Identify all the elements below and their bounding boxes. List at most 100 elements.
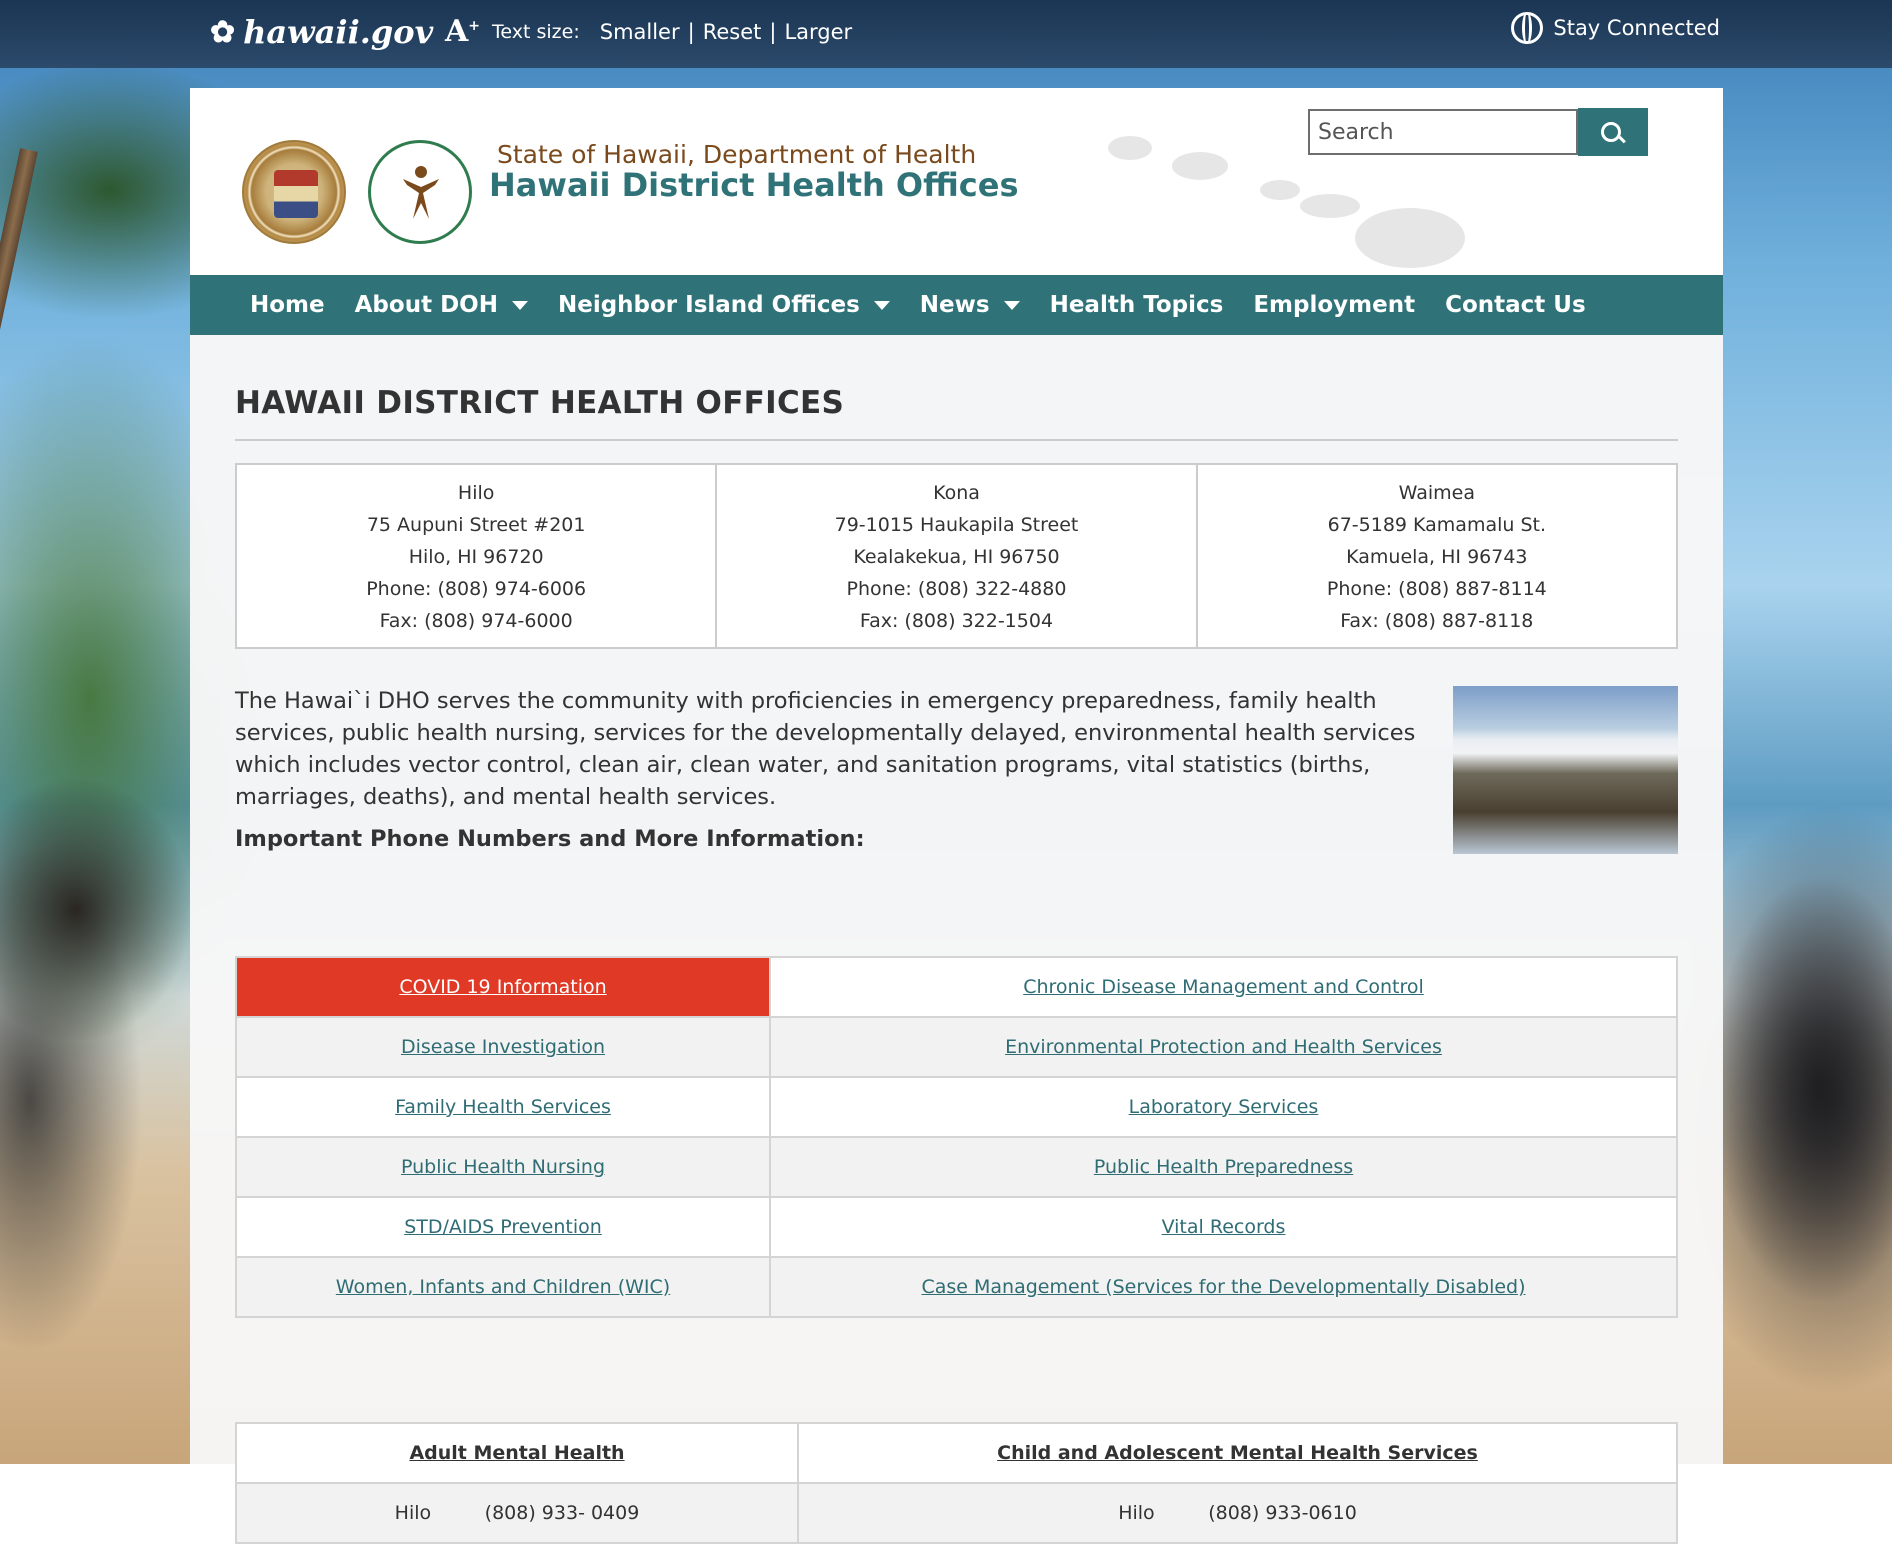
city-label: Hilo: [394, 1502, 432, 1524]
phone-number: (808) 933-0610: [1208, 1502, 1357, 1524]
table-row: Disease Investigation Environmental Prot…: [235, 1016, 1678, 1078]
table-cell: Public Health Nursing: [235, 1136, 771, 1198]
table-cell: Disease Investigation: [235, 1016, 771, 1078]
link-public-health-nursing[interactable]: Public Health Nursing: [401, 1156, 605, 1178]
table-cell: Vital Records: [769, 1196, 1678, 1258]
office-name: Waimea: [1398, 482, 1475, 504]
page-container: State of Hawaii, Department of Health Ha…: [190, 88, 1723, 1544]
table-cell: COVID 19 Information: [235, 956, 771, 1018]
office-waimea: Waimea 67-5189 Kamamalu St. Kamuela, HI …: [1195, 465, 1676, 647]
office-fax: Fax: (808) 974-6000: [379, 610, 573, 632]
nav-health-topics[interactable]: Health Topics: [1050, 292, 1224, 318]
text-size-label: Text size:: [492, 20, 580, 43]
main-nav: Home About DOH Neighbor Island Offices N…: [190, 275, 1723, 335]
search-button[interactable]: [1578, 108, 1648, 156]
search-icon: [1601, 122, 1621, 142]
important-numbers-heading: Important Phone Numbers and More Informa…: [235, 826, 865, 852]
nav-label: Neighbor Island Offices: [557, 292, 860, 318]
link-std-aids[interactable]: STD/AIDS Prevention: [404, 1216, 602, 1238]
table-cell: STD/AIDS Prevention: [235, 1196, 771, 1258]
link-public-health-preparedness[interactable]: Public Health Preparedness: [1094, 1156, 1353, 1178]
hawaii-gov-logo[interactable]: ✿ hawaii.gov: [210, 10, 433, 54]
office-city: Hilo, HI 96720: [408, 546, 544, 568]
offices-table: Hilo 75 Aupuni Street #201 Hilo, HI 9672…: [235, 463, 1678, 649]
link-disease-investigation[interactable]: Disease Investigation: [401, 1036, 605, 1058]
link-covid-19[interactable]: COVID 19 Information: [399, 976, 606, 998]
intro-paragraph: The Hawai`i DHO serves the community wit…: [235, 688, 1416, 810]
office-address: 75 Aupuni Street #201: [366, 514, 586, 536]
link-vital-records[interactable]: Vital Records: [1162, 1216, 1286, 1238]
rock-left: [0, 780, 190, 1040]
office-phone: Phone: (808) 974-6006: [366, 578, 587, 600]
separator: |: [687, 19, 695, 44]
office-phone: Phone: (808) 322-4880: [846, 578, 1067, 600]
link-chronic-disease[interactable]: Chronic Disease Management and Control: [1023, 976, 1424, 998]
table-row: COVID 19 Information Chronic Disease Man…: [235, 956, 1678, 1018]
nav-label: News: [919, 292, 990, 318]
search-form: [1308, 108, 1648, 156]
table-cell: Environmental Protection and Health Serv…: [769, 1016, 1678, 1078]
table-cell: Hilo (808) 933-0610: [797, 1482, 1678, 1544]
table-cell: Hilo (808) 933- 0409: [235, 1482, 799, 1544]
office-address: 79-1015 Haukapila Street: [834, 514, 1079, 536]
table-row: STD/AIDS Prevention Vital Records: [235, 1196, 1678, 1258]
office-fax: Fax: (808) 322-1504: [859, 610, 1054, 632]
mauna-kea-photo: [1453, 686, 1678, 854]
table-cell: Case Management (Services for the Develo…: [769, 1256, 1678, 1318]
table-row: Women, Infants and Children (WIC) Case M…: [235, 1256, 1678, 1318]
office-address: 67-5189 Kamamalu St.: [1327, 514, 1547, 536]
nav-neighbor-island-offices[interactable]: Neighbor Island Offices: [558, 292, 890, 318]
child-mental-health-link[interactable]: Child and Adolescent Mental Health Servi…: [997, 1442, 1478, 1464]
table-cell: Public Health Preparedness: [769, 1136, 1678, 1198]
nav-employment[interactable]: Employment: [1253, 292, 1415, 318]
stay-connected-link[interactable]: Stay Connected: [1511, 12, 1720, 44]
caret-down-icon: [511, 300, 528, 310]
nav-label: Health Topics: [1049, 292, 1224, 318]
table-cell: Laboratory Services: [769, 1076, 1678, 1138]
link-environmental-protection[interactable]: Environmental Protection and Health Serv…: [1005, 1036, 1442, 1058]
table-row: Hilo (808) 933- 0409 Hilo (808) 933-0610: [235, 1482, 1678, 1544]
nav-contact-us[interactable]: Contact Us: [1445, 292, 1586, 318]
nav-label: About DOH: [354, 292, 498, 318]
nav-label: Contact Us: [1445, 292, 1586, 318]
link-case-management[interactable]: Case Management (Services for the Develo…: [921, 1276, 1525, 1298]
info-links-table: COVID 19 Information Chronic Disease Man…: [235, 956, 1678, 1318]
office-name: Hilo: [457, 482, 495, 504]
phone-number: (808) 933- 0409: [484, 1502, 640, 1524]
nav-label: Employment: [1253, 292, 1416, 318]
separator: |: [769, 19, 777, 44]
text-smaller-link[interactable]: Smaller: [600, 20, 680, 44]
table-header-row: Adult Mental Health Child and Adolescent…: [235, 1422, 1678, 1484]
office-city: Kealakekua, HI 96750: [853, 546, 1060, 568]
link-family-health[interactable]: Family Health Services: [395, 1096, 611, 1118]
nav-home[interactable]: Home: [250, 292, 325, 318]
office-name: Kona: [933, 482, 980, 504]
caret-down-icon: [873, 300, 890, 310]
brand-text: hawaii.gov: [243, 13, 434, 51]
hibiscus-icon: ✿: [210, 14, 236, 50]
text-size-icon: A+: [445, 14, 481, 49]
globe-icon: [1511, 12, 1544, 44]
search-input[interactable]: [1308, 109, 1578, 155]
text-reset-link[interactable]: Reset: [703, 20, 762, 44]
office-kona: Kona 79-1015 Haukapila Street Kealakekua…: [715, 465, 1195, 647]
table-row: Public Health Nursing Public Health Prep…: [235, 1136, 1678, 1198]
nav-about-doh[interactable]: About DOH: [355, 292, 528, 318]
office-hilo: Hilo 75 Aupuni Street #201 Hilo, HI 9672…: [237, 465, 715, 647]
office-phone: Phone: (808) 887-8114: [1326, 578, 1547, 600]
nav-news[interactable]: News: [920, 292, 1020, 318]
state-seal-logo: [242, 140, 346, 244]
text-size-controls: A+ Text size: Smaller | Reset | Larger: [445, 14, 852, 49]
site-title[interactable]: Hawaii District Health Offices: [489, 166, 1019, 204]
city-label: Hilo: [1118, 1502, 1155, 1524]
table-header: Adult Mental Health: [235, 1422, 799, 1484]
site-subtitle: State of Hawaii, Department of Health: [497, 140, 977, 169]
mental-health-table: Adult Mental Health Child and Adolescent…: [235, 1422, 1678, 1544]
link-wic[interactable]: Women, Infants and Children (WIC): [336, 1276, 670, 1298]
link-laboratory[interactable]: Laboratory Services: [1129, 1096, 1319, 1118]
rock-right: [1712, 880, 1892, 1300]
adult-mental-health-link[interactable]: Adult Mental Health: [409, 1442, 624, 1464]
title-divider: [235, 439, 1678, 441]
text-larger-link[interactable]: Larger: [784, 20, 852, 44]
table-header: Child and Adolescent Mental Health Servi…: [797, 1422, 1678, 1484]
